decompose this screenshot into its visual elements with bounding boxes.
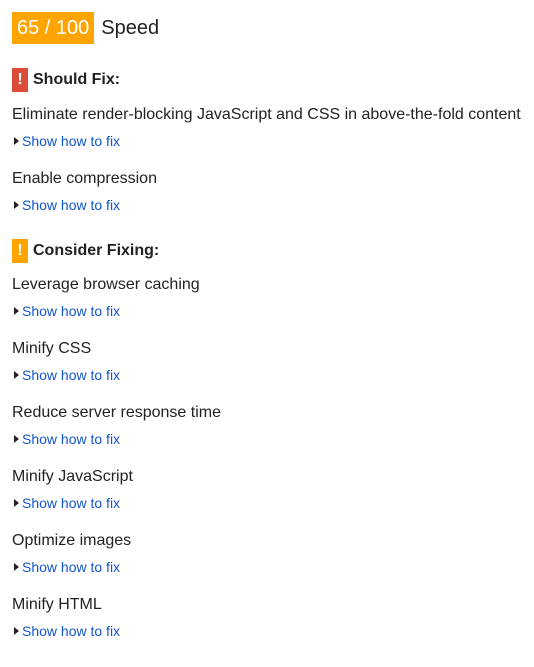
rule-title: Leverage browser caching [12,276,200,293]
show-how-to-fix-link[interactable]: Show how to fix [12,302,527,320]
show-how-to-fix-label[interactable]: Show how to fix [22,622,120,640]
rule-title: Minify JavaScript [12,468,133,485]
rule-title: Eliminate render-blocking JavaScript and… [12,106,521,123]
caret-right-icon [14,371,19,379]
show-how-to-fix-label[interactable]: Show how to fix [22,494,120,512]
show-how-to-fix-link[interactable]: Show how to fix [12,366,527,384]
caret-right-icon [14,307,19,315]
rule-title: Reduce server response time [12,404,221,421]
rule-title: Optimize images [12,532,132,549]
show-how-to-fix-link[interactable]: Show how to fix [12,132,527,150]
score-header: 65 / 100 Speed [12,12,527,44]
section-heading: ! Should Fix: [12,67,527,93]
section-consider-fixing: ! Consider Fixing: Leverage browser cach… [12,238,527,640]
caret-right-icon [14,499,19,507]
rule-title: Minify CSS [12,340,92,357]
show-how-to-fix-label[interactable]: Show how to fix [22,430,120,448]
section-title: Should Fix: [33,71,121,88]
score-badge: 65 / 100 [12,12,95,44]
section-should-fix: ! Should Fix: Eliminate render-blocking … [12,67,527,214]
show-how-to-fix-label[interactable]: Show how to fix [22,302,120,320]
pagespeed-results: 65 / 100 Speed ! Should Fix: Eliminate r… [12,12,527,640]
show-how-to-fix-label[interactable]: Show how to fix [22,196,120,214]
section-heading: ! Consider Fixing: [12,238,527,264]
caret-right-icon [14,201,19,209]
show-how-to-fix-link[interactable]: Show how to fix [12,494,527,512]
rule-title: Minify HTML [12,596,102,613]
rule-item: Minify HTML Show how to fix [12,595,527,640]
exclamation-icon: ! [12,239,28,263]
show-how-to-fix-link[interactable]: Show how to fix [12,430,527,448]
exclamation-icon: ! [12,68,28,92]
rule-item: Minify JavaScript Show how to fix [12,467,527,512]
show-how-to-fix-link[interactable]: Show how to fix [12,622,527,640]
rule-item: Optimize images Show how to fix [12,531,527,576]
caret-right-icon [14,563,19,571]
caret-right-icon [14,627,19,635]
rule-item: Leverage browser caching Show how to fix [12,275,527,320]
show-how-to-fix-link[interactable]: Show how to fix [12,196,527,214]
section-title: Consider Fixing: [33,242,160,259]
caret-right-icon [14,435,19,443]
show-how-to-fix-label[interactable]: Show how to fix [22,366,120,384]
show-how-to-fix-label[interactable]: Show how to fix [22,558,120,576]
rule-item: Minify CSS Show how to fix [12,339,527,384]
show-how-to-fix-label[interactable]: Show how to fix [22,132,120,150]
rule-item: Enable compression Show how to fix [12,169,527,214]
score-label: Speed [101,17,160,39]
show-how-to-fix-link[interactable]: Show how to fix [12,558,527,576]
caret-right-icon [14,137,19,145]
rule-title: Enable compression [12,170,157,187]
rule-item: Eliminate render-blocking JavaScript and… [12,105,527,150]
rule-item: Reduce server response time Show how to … [12,403,527,448]
